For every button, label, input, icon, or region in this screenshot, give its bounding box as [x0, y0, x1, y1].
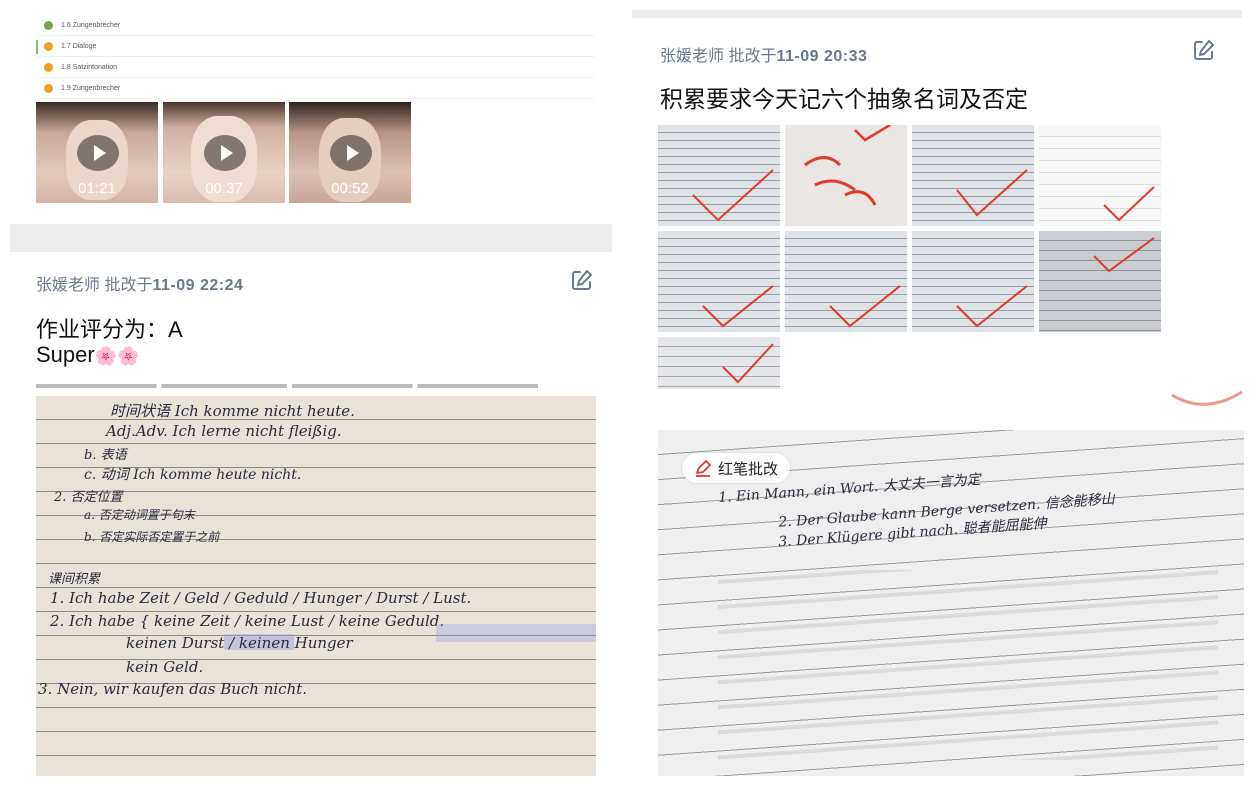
status-dot-icon — [44, 84, 53, 93]
lesson-number: 1.7 — [61, 43, 71, 50]
homework-image[interactable] — [912, 231, 1034, 332]
video-duration: 00:37 — [205, 180, 243, 197]
thumbnail-strip[interactable] — [36, 384, 538, 388]
faded-writing — [718, 570, 1218, 760]
review-header: 张媛老师 批改于11-09 20:33 — [660, 42, 867, 66]
video-duration: 00:52 — [331, 180, 369, 197]
handwriting-line: 课间积累 — [48, 572, 101, 587]
status-dot-icon — [44, 21, 53, 30]
lesson-title: Dialoge — [72, 43, 97, 50]
homework-image[interactable] — [1039, 231, 1161, 332]
handwriting-line: 2. Ich habe { keine Zeit / keine Lust / … — [50, 612, 445, 630]
video-thumbnail[interactable]: 01:21 — [36, 102, 158, 203]
check-mark-icon — [829, 285, 901, 328]
homework-image[interactable] — [785, 231, 907, 332]
flower-emoji: 🌸🌸 — [94, 346, 140, 366]
homework-image[interactable] — [658, 337, 780, 389]
lesson-item[interactable]: 1.9 Zungenbrecher — [38, 79, 594, 99]
review-timestamp: 11-09 20:33 — [776, 48, 868, 65]
check-mark-icon — [956, 285, 1028, 328]
handwriting-line: kein Geld. — [126, 658, 204, 676]
homework-image[interactable] — [658, 125, 780, 226]
status-dot-icon — [44, 63, 53, 72]
review-header: 张媛老师 批改于11-09 22:24 — [36, 271, 243, 295]
check-mark-icon — [956, 169, 1028, 217]
check-mark-icon — [1103, 186, 1155, 222]
lesson-number: 1.8 — [61, 64, 71, 71]
handwriting-line: a. 否定动词置于句末 — [84, 508, 195, 522]
handwriting-line: 1. Ich habe Zeit / Geld / Geduld / Hunge… — [50, 589, 472, 607]
grade-comment: 作业评分为：A — [36, 317, 183, 342]
video-thumbnail[interactable]: 00:52 — [289, 102, 411, 203]
play-icon[interactable] — [204, 135, 246, 171]
edit-icon[interactable] — [570, 268, 594, 292]
lesson-number: 1.9 — [61, 85, 71, 92]
teacher-name: 张媛老师 — [36, 277, 101, 294]
lesson-item[interactable]: 1.8 Satzintonation — [38, 58, 594, 78]
handwriting-line: b. 表语 — [84, 448, 127, 463]
handwriting-line: b. 否定实际否定置于之前 — [84, 530, 220, 544]
video-thumbnail[interactable]: 00:37 — [163, 102, 285, 203]
handwriting-line: 3. Nein, wir kaufen das Buch nicht. — [38, 680, 308, 698]
handwriting-line: keinen Durst / keinen Hunger — [126, 634, 353, 652]
check-mark-icon — [804, 125, 891, 206]
highlight-mark — [436, 624, 596, 642]
homework-image[interactable] — [658, 231, 780, 332]
lesson-title: Zungenbrecher — [72, 85, 121, 92]
lesson-title: Zungenbrecher — [72, 22, 121, 29]
review-action: 批改于 — [104, 277, 153, 294]
lesson-item[interactable]: 1.6 Zungenbrecher — [38, 16, 594, 36]
lesson-item[interactable]: 1.7 Dialoge — [38, 37, 594, 57]
video-duration: 01:21 — [78, 180, 116, 197]
teacher-name: 张媛老师 — [660, 48, 725, 65]
red-pen-stroke — [1171, 390, 1243, 406]
homework-image[interactable] — [1039, 125, 1161, 226]
red-pen-label: 红笔批改 — [718, 460, 779, 478]
homework-image[interactable] — [912, 125, 1034, 226]
handwriting-line: c. 动词 Ich komme heute nicht. — [84, 467, 302, 483]
section-divider — [10, 224, 612, 252]
lesson-title: Satzintonation — [72, 64, 118, 71]
review-comment: 积累要求今天记六个抽象名词及否定 — [660, 86, 1028, 112]
pen-icon — [696, 460, 711, 477]
review-timestamp: 11-09 22:24 — [152, 277, 244, 294]
section-divider — [632, 10, 1242, 18]
handwriting-line: Adj.Adv. Ich lerne nicht fleißig. — [106, 422, 342, 440]
play-icon[interactable] — [77, 135, 119, 171]
praise-comment: Super🌸🌸 — [36, 342, 140, 368]
edit-icon[interactable] — [1192, 38, 1216, 62]
check-mark-icon — [1093, 237, 1155, 273]
notebook-photo[interactable]: 时间状语 Ich komme nicht heute. Adj.Adv. Ich… — [36, 396, 596, 776]
status-dot-icon — [44, 42, 53, 51]
check-mark-icon — [702, 285, 774, 328]
check-mark-icon — [692, 169, 774, 222]
play-icon[interactable] — [330, 135, 372, 171]
review-action: 批改于 — [728, 48, 777, 65]
red-pen-review-button[interactable]: 红笔批改 — [682, 453, 791, 483]
praise-text: Super — [36, 342, 95, 367]
handwriting-line: 时间状语 Ich komme nicht heute. — [110, 402, 355, 420]
check-mark-icon — [722, 343, 774, 384]
homework-image[interactable] — [785, 125, 907, 226]
handwriting-line: 2. 否定位置 — [54, 490, 123, 505]
lesson-number: 1.6 — [61, 22, 71, 29]
